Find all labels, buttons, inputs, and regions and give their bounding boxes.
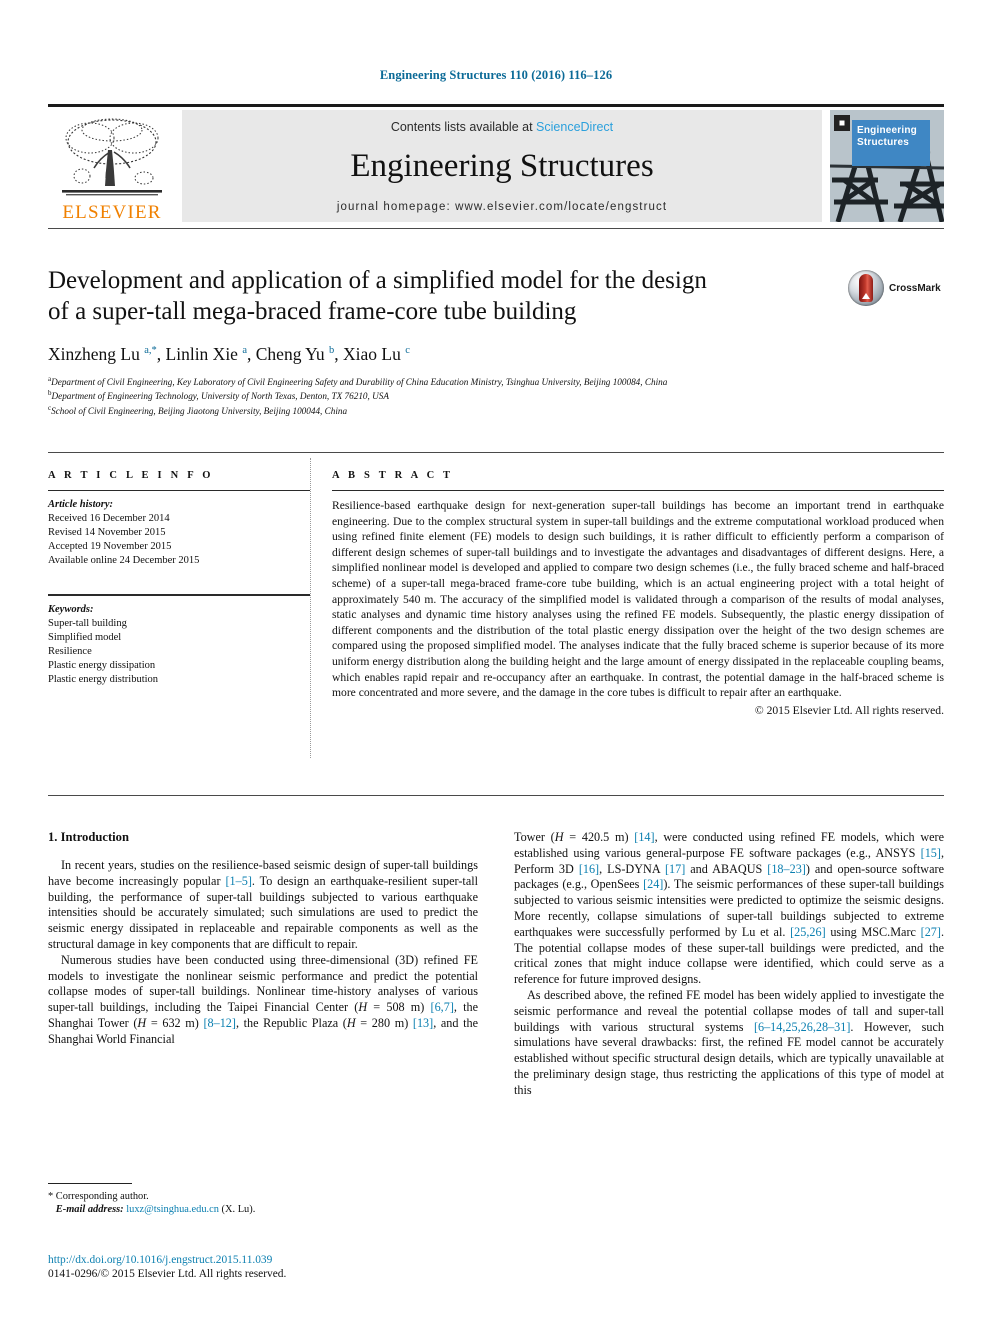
elsevier-wordmark: ELSEVIER (62, 202, 162, 223)
cover-title-badge: Engineering Structures (852, 120, 930, 166)
abstract-heading: A B S T R A C T (332, 470, 454, 481)
body-column-gap (478, 830, 514, 1099)
journal-title: Engineering Structures (350, 148, 654, 184)
keyword-3: Plastic energy dissipation (48, 659, 156, 671)
body-column-left: 1. Introduction In recent years, studies… (48, 830, 478, 1099)
history-accepted: Accepted 19 November 2015 (48, 541, 172, 552)
paragraph-right-2: As described above, the refined FE model… (514, 987, 944, 1097)
sciencedirect-link[interactable]: ScienceDirect (536, 120, 613, 134)
article-history-label: Article history: (48, 499, 114, 510)
paragraph-left-2: Numerous studies have been conducted usi… (48, 952, 479, 1046)
affiliation-b: bDepartment of Engineering Technology, U… (48, 388, 944, 403)
affiliation-text-b: Department of Engineering Technology, Un… (51, 391, 389, 402)
keyword-0: Super-tall building (48, 617, 127, 629)
journal-homepage[interactable]: journal homepage: www.elsevier.com/locat… (337, 201, 667, 213)
article-info-heading: A R T I C L E I N F O (48, 470, 214, 481)
abstract-column: A B S T R A C T Resilience-based earthqu… (332, 470, 944, 718)
issn-copyright-line: 0141-0296/© 2015 Elsevier Ltd. All right… (48, 1268, 287, 1280)
footnote-rule (48, 1183, 132, 1184)
footnote-corresponding: * Corresponding author. (48, 1191, 149, 1202)
email-suffix: (X. Lu). (221, 1204, 256, 1216)
abstract-copyright: © 2015 Elsevier Ltd. All rights reserved… (754, 703, 944, 717)
email-address-label: E-mail address: (55, 1204, 124, 1216)
cover-title-line1: Engineering (857, 125, 917, 136)
contents-available-line: Contents lists available at ScienceDirec… (391, 120, 613, 134)
title-line-1: Development and application of a simplif… (48, 267, 707, 294)
doi-link[interactable]: http://dx.doi.org/10.1016/j.engstruct.20… (48, 1253, 478, 1267)
body-column-right: Tower (H = 420.5 m) [14], were conducted… (514, 830, 944, 1099)
cover-title-line2: Structures (857, 137, 910, 148)
elsevier-tree-icon (56, 116, 168, 202)
history-online: Available online 24 December 2015 (48, 555, 200, 566)
email-link[interactable]: luxz@tsinghua.edu.cn (126, 1204, 219, 1215)
footnote-email: E-mail address: luxz@tsinghua.edu.cn (X.… (48, 1203, 478, 1216)
page-footer: http://dx.doi.org/10.1016/j.engstruct.20… (48, 1253, 478, 1281)
keyword-4: Plastic energy distribution (48, 673, 159, 685)
section-heading-introduction: 1. Introduction (48, 830, 129, 844)
masthead-center: Contents lists available at ScienceDirec… (182, 110, 822, 222)
crossmark-badge[interactable]: CrossMark (848, 268, 944, 308)
running-head: Engineering Structures 110 (2016) 116–12… (379, 68, 613, 82)
affiliation-list: aDepartment of Civil Engineering, Key La… (48, 374, 944, 418)
affiliation-a: aDepartment of Civil Engineering, Key La… (48, 374, 944, 389)
title-block: CrossMark Development and application of… (48, 228, 944, 418)
keyword-1: Simplified model (48, 631, 122, 643)
body-block: 1. Introduction In recent years, studies… (48, 795, 944, 1099)
keywords-rule (48, 594, 310, 596)
article-info-rule (48, 490, 310, 491)
column-gap (310, 470, 332, 718)
journal-masthead: ELSEVIER Contents lists available at Sci… (48, 104, 944, 222)
crossmark-icon (848, 270, 884, 306)
body-top-rule (48, 795, 944, 796)
page-title: Development and application of a simplif… (48, 265, 828, 327)
keywords-label: Keywords: (48, 603, 94, 615)
title-line-2: of a super-tall mega-braced frame-core t… (48, 298, 577, 325)
abstract-rule (332, 490, 944, 491)
history-received: Received 16 December 2014 (48, 513, 170, 524)
cover-qr-icon (834, 115, 850, 131)
paper-page: Engineering Structures 110 (2016) 116–12… (0, 0, 992, 1323)
abstract-text: Resilience-based earthquake design for n… (332, 499, 944, 700)
info-abstract-block: A R T I C L E I N F O Article history: R… (48, 452, 944, 718)
contents-prefix: Contents lists available at (390, 120, 533, 134)
history-revised: Revised 14 November 2015 (48, 527, 166, 538)
affiliation-text-c: School of Civil Engineering, Beijing Jia… (51, 406, 348, 417)
corresponding-author-footnote: * Corresponding author. E-mail address: … (48, 1183, 478, 1217)
title-top-rule (48, 228, 944, 229)
affiliation-c: cSchool of Civil Engineering, Beijing Ji… (48, 403, 944, 418)
article-info-column: A R T I C L E I N F O Article history: R… (48, 470, 310, 718)
keyword-2: Resilience (48, 645, 92, 657)
elsevier-logo: ELSEVIER (48, 110, 176, 222)
masthead-top-rule (48, 104, 944, 107)
info-abstract-divider (310, 458, 311, 758)
paragraph-left-1: In recent years, studies on the resilien… (48, 858, 479, 951)
paragraph-right-1: Tower (H = 420.5 m) [14], were conducted… (514, 830, 944, 987)
info-top-rule (48, 452, 944, 453)
affiliation-text-a: Department of Civil Engineering, Key Lab… (51, 376, 668, 387)
keywords-block: Keywords: Super-tall building Simplified… (48, 594, 310, 687)
crossmark-label: CrossMark (889, 282, 941, 294)
author-list: Xinzheng Lu a,*, Linlin Xie a, Cheng Yu … (48, 343, 410, 364)
journal-cover-thumbnail: Engineering Structures (830, 110, 944, 222)
